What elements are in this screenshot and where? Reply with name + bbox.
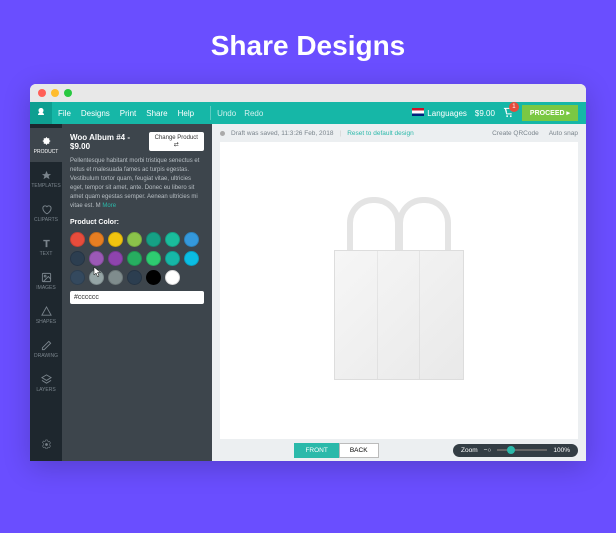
- tool-settings[interactable]: [30, 427, 62, 461]
- reset-link[interactable]: Reset to default design: [347, 130, 414, 137]
- view-back-button[interactable]: BACK: [339, 443, 379, 458]
- color-swatch-3[interactable]: [127, 232, 142, 247]
- app-logo[interactable]: [30, 102, 52, 124]
- color-swatch-18[interactable]: [146, 270, 161, 285]
- autosnap-link[interactable]: Auto snap: [549, 130, 578, 137]
- tool-shapes[interactable]: SHAPES: [30, 298, 62, 332]
- color-swatch-5[interactable]: [165, 232, 180, 247]
- color-swatch-7[interactable]: [70, 251, 85, 266]
- color-swatch-10[interactable]: [127, 251, 142, 266]
- zoom-slider[interactable]: [497, 449, 547, 451]
- cart-button[interactable]: 1: [503, 107, 514, 120]
- color-swatch-13[interactable]: [184, 251, 199, 266]
- product-description: Pellentesque habitant morbi tristique se…: [70, 157, 204, 211]
- tool-text[interactable]: TEXT: [30, 230, 62, 264]
- undo-button[interactable]: Undo: [217, 109, 236, 118]
- color-swatches: [70, 232, 204, 285]
- flag-icon: [412, 108, 424, 116]
- tool-iconbar: PRODUCT TEMPLATES CLIPARTS TEXT IMAGES S…: [30, 124, 62, 461]
- minimize-dot[interactable]: [51, 89, 59, 97]
- product-title: Woo Album #4 - $9.00: [70, 133, 145, 151]
- create-qrcode-link[interactable]: Create QRCode: [492, 130, 539, 137]
- color-swatch-14[interactable]: [70, 270, 85, 285]
- color-swatch-6[interactable]: [184, 232, 199, 247]
- color-swatch-1[interactable]: [89, 232, 104, 247]
- color-swatch-9[interactable]: [108, 251, 123, 266]
- canvas-toolbar: Draft was saved, 11:3:26 Feb, 2018 | Res…: [212, 124, 586, 142]
- color-swatch-17[interactable]: [127, 270, 142, 285]
- design-stage[interactable]: [220, 142, 578, 439]
- hex-input[interactable]: [70, 291, 204, 304]
- tool-images[interactable]: IMAGES: [30, 264, 62, 298]
- canvas-column: Draft was saved, 11:3:26 Feb, 2018 | Res…: [212, 124, 586, 461]
- proceed-button[interactable]: PROCEED ▸: [522, 105, 578, 121]
- window-titlebar: [30, 84, 586, 102]
- view-front-button[interactable]: FRONT: [294, 443, 338, 458]
- color-swatch-11[interactable]: [146, 251, 161, 266]
- separator: [210, 106, 211, 120]
- zoom-label: Zoom: [461, 447, 478, 454]
- menu-share[interactable]: Share: [146, 109, 167, 118]
- product-mockup: [319, 193, 479, 388]
- tool-layers[interactable]: LAYERS: [30, 366, 62, 400]
- zoom-out-icon[interactable]: −○: [484, 447, 492, 454]
- cart-badge: 1: [509, 102, 519, 112]
- color-swatch-19[interactable]: [165, 270, 180, 285]
- product-panel: Woo Album #4 - $9.00 Change Product ⇄ Pe…: [62, 124, 212, 461]
- price-display: $9.00: [475, 109, 495, 118]
- canvas-footer: FRONT BACK Zoom −○ 100%: [212, 439, 586, 461]
- menu-designs[interactable]: Designs: [81, 109, 110, 118]
- change-product-button[interactable]: Change Product ⇄: [149, 132, 204, 151]
- maximize-dot[interactable]: [64, 89, 72, 97]
- view-toggle: FRONT BACK: [294, 443, 378, 458]
- color-swatch-0[interactable]: [70, 232, 85, 247]
- close-dot[interactable]: [38, 89, 46, 97]
- color-swatch-8[interactable]: [89, 251, 104, 266]
- language-selector[interactable]: Languages: [412, 108, 467, 118]
- color-swatch-12[interactable]: [165, 251, 180, 266]
- menubar: File Designs Print Share Help Undo Redo …: [30, 102, 586, 124]
- save-status: Draft was saved, 11:3:26 Feb, 2018: [231, 130, 334, 137]
- tool-drawing[interactable]: DRAWING: [30, 332, 62, 366]
- color-swatch-16[interactable]: [108, 270, 123, 285]
- zoom-control[interactable]: Zoom −○ 100%: [453, 444, 578, 457]
- more-link[interactable]: More: [102, 203, 116, 209]
- color-swatch-4[interactable]: [146, 232, 161, 247]
- status-dot-icon: [220, 131, 225, 136]
- tool-product[interactable]: PRODUCT: [30, 128, 62, 162]
- redo-button[interactable]: Redo: [244, 109, 263, 118]
- app-window: File Designs Print Share Help Undo Redo …: [30, 84, 586, 461]
- menu-print[interactable]: Print: [120, 109, 136, 118]
- menu-help[interactable]: Help: [178, 109, 194, 118]
- tool-cliparts[interactable]: CLIPARTS: [30, 196, 62, 230]
- zoom-value: 100%: [553, 447, 570, 454]
- hero-title: Share Designs: [0, 0, 616, 84]
- menu-file[interactable]: File: [58, 109, 71, 118]
- color-swatch-2[interactable]: [108, 232, 123, 247]
- color-section-label: Product Color:: [70, 219, 204, 226]
- tool-templates[interactable]: TEMPLATES: [30, 162, 62, 196]
- color-swatch-15[interactable]: [89, 270, 104, 285]
